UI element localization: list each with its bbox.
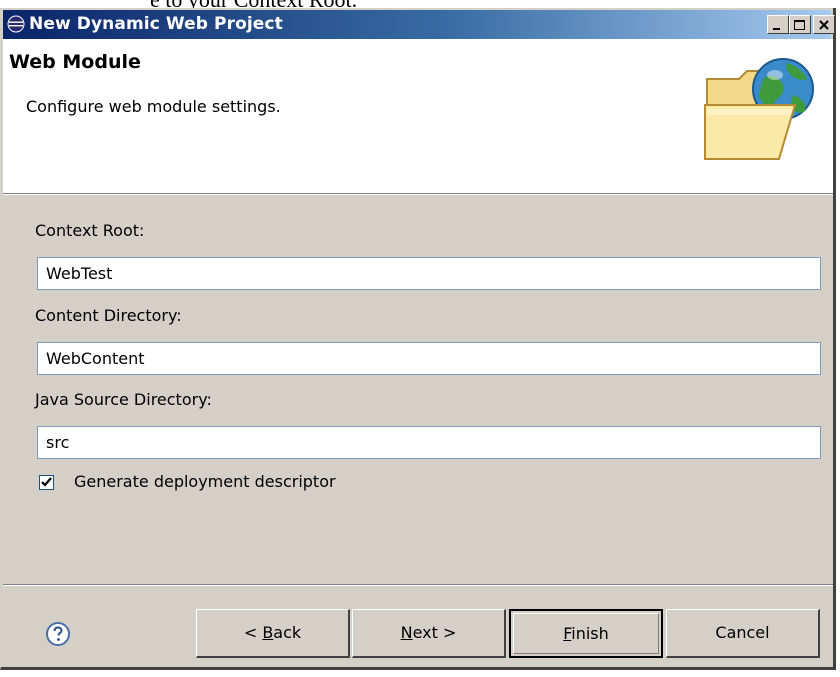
context-root-input[interactable] <box>37 257 821 290</box>
content-directory-input[interactable] <box>37 342 821 375</box>
page-description: Configure web module settings. <box>26 97 281 116</box>
maximize-button[interactable] <box>789 15 811 34</box>
back-button[interactable]: < Back <box>196 609 350 658</box>
next-mnemonic: N <box>400 623 413 642</box>
next-button[interactable]: Next > <box>352 609 506 658</box>
cancel-button[interactable]: Cancel <box>666 609 820 658</box>
background-text: e to your Context Root. <box>0 0 840 8</box>
help-icon[interactable] <box>45 621 71 647</box>
finish-button[interactable]: Finish <box>509 609 663 658</box>
close-icon <box>819 20 829 30</box>
context-root-label: Context Root: <box>35 221 145 240</box>
minimize-button[interactable] <box>767 15 789 34</box>
maximize-icon <box>794 20 805 30</box>
next-rest: ext > <box>412 623 457 642</box>
eclipse-icon <box>7 15 25 33</box>
header-divider <box>3 194 833 195</box>
generate-deployment-descriptor-checkbox[interactable] <box>39 475 54 490</box>
content-directory-label: Content Directory: <box>35 306 182 325</box>
finish-button-bevel <box>513 613 659 654</box>
new-dynamic-web-project-dialog: New Dynamic Web Project Web Module Confi… <box>0 8 836 670</box>
footer-separator-highlight <box>3 585 833 586</box>
back-mnemonic: B <box>262 623 274 642</box>
globe-folder-icon <box>704 58 814 160</box>
close-button[interactable] <box>813 15 835 34</box>
window-title: New Dynamic Web Project <box>29 14 283 34</box>
title-bar[interactable]: New Dynamic Web Project <box>3 10 835 39</box>
back-rest: ack <box>273 623 302 642</box>
page-title: Web Module <box>9 51 141 73</box>
minimize-icon <box>773 28 780 30</box>
background-text-fragment: e to your Context Root. <box>150 0 357 8</box>
wizard-header: Web Module Configure web module settings… <box>3 39 833 194</box>
generate-deployment-descriptor-label[interactable]: Generate deployment descriptor <box>74 472 336 491</box>
java-source-directory-input[interactable] <box>37 426 821 459</box>
checkmark-icon <box>41 477 52 487</box>
back-prefix: < <box>243 623 263 642</box>
java-source-directory-label: Java Source Directory: <box>35 390 212 409</box>
